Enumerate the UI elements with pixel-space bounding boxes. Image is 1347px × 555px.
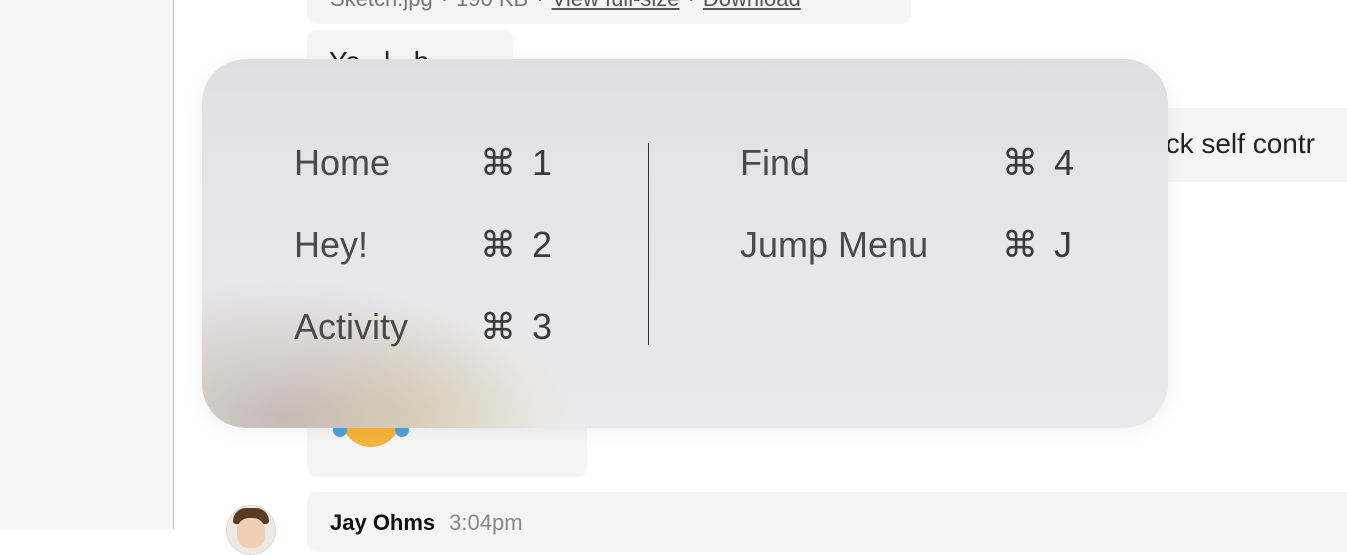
author-name[interactable]: Jay Ohms: [330, 510, 435, 535]
shortcut-find-label: Find: [740, 142, 811, 183]
shortcut-home-keys: ⌘ 1: [480, 142, 553, 183]
command-key-icon: ⌘: [480, 142, 516, 183]
sidebar: [0, 0, 174, 529]
attachment-size: 190 KB: [456, 0, 528, 11]
shortcut-activity-keys: ⌘ 3: [480, 306, 553, 347]
command-key-icon: ⌘: [1002, 142, 1038, 183]
command-key-icon: ⌘: [1002, 224, 1038, 265]
shortcut-jump-menu-label: Jump Menu: [740, 224, 929, 265]
partial-message-text: ack self contr: [1150, 128, 1315, 159]
shortcut-home-label: Home: [294, 142, 391, 183]
command-key-icon: ⌘: [480, 224, 516, 265]
shortcut-find-keys: ⌘ 4: [1002, 142, 1075, 183]
attachment-filename: Sketch.jpg: [330, 0, 433, 11]
view-full-size-link[interactable]: View full-size: [552, 0, 680, 11]
keyboard-shortcuts-panel: Home ⌘ 1 Hey! ⌘ 2 Activity ⌘ 3 Find ⌘ 4 Jump…: [202, 59, 1168, 428]
shortcut-jump-menu-keys: ⌘ J: [1002, 224, 1072, 265]
shortcut-activity-label: Activity: [294, 306, 409, 347]
message-time[interactable]: 3:04pm: [449, 510, 522, 535]
avatar[interactable]: [226, 505, 276, 555]
column-divider: [648, 143, 649, 345]
shortcut-hey-keys: ⌘ 2: [480, 224, 553, 265]
download-link[interactable]: Download: [703, 0, 801, 11]
shortcut-hey-label: Hey!: [294, 224, 369, 265]
command-key-icon: ⌘: [480, 306, 516, 347]
attachment-meta: Sketch.jpg·190 KB·View full-size·Downloa…: [330, 0, 801, 12]
message-header: Jay Ohms 3:04pm: [330, 510, 523, 536]
